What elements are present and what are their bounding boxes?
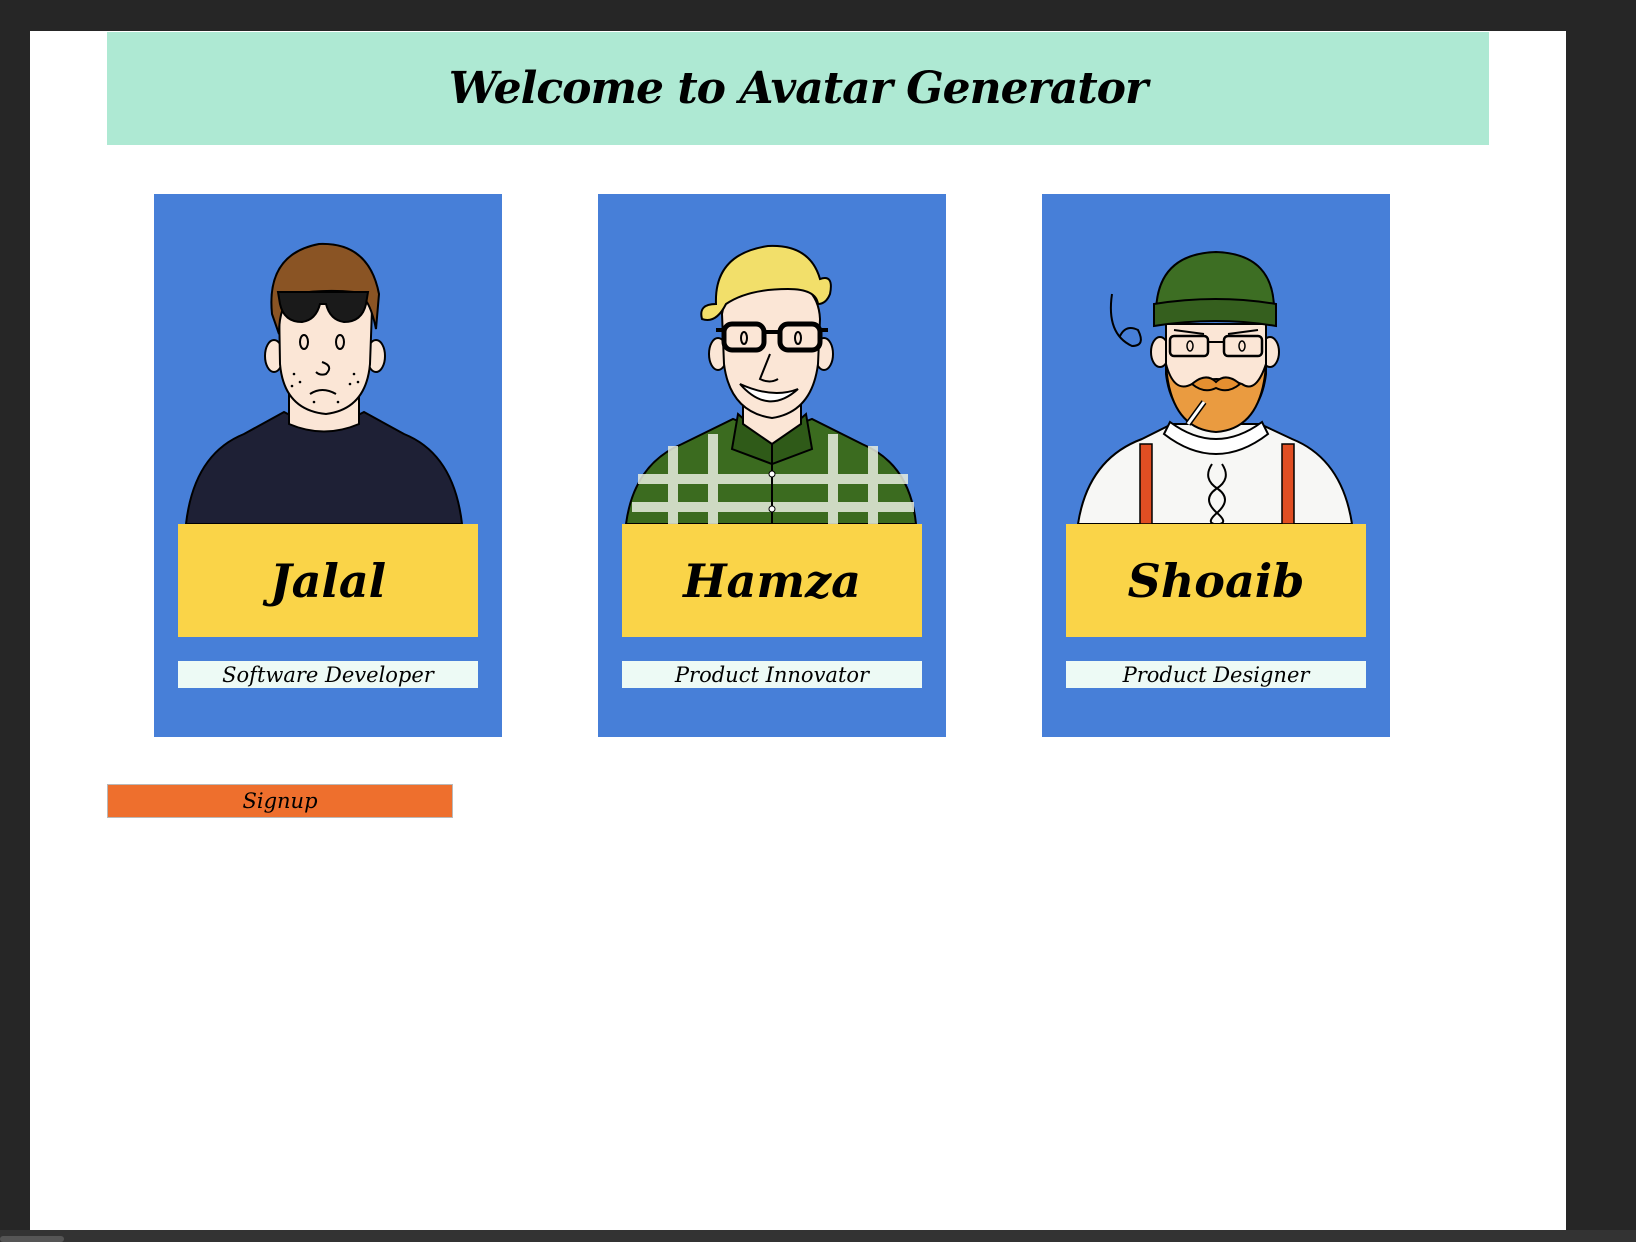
avatar-card-shoaib[interactable]: Shoaib Product Designer	[1042, 194, 1390, 737]
avatar-bearded-beanie-man-icon	[1076, 250, 1354, 524]
avatar-name: Shoaib	[1127, 553, 1305, 608]
avatar-role: Product Designer	[1122, 662, 1310, 687]
scrollbar-thumb[interactable]	[0, 1236, 64, 1242]
avatar-role: Product Innovator	[674, 662, 870, 687]
page-title: Welcome to Avatar Generator	[448, 63, 1148, 114]
signup-label: Signup	[242, 789, 318, 813]
avatar-name-box: Jalal	[178, 524, 478, 637]
avatar-name: Jalal	[269, 553, 387, 608]
avatar-role-box: Product Designer	[1066, 661, 1366, 688]
avatar-sunglasses-man-icon	[184, 242, 464, 524]
avatar-role: Software Developer	[222, 662, 434, 687]
avatar-name-box: Hamza	[622, 524, 922, 637]
avatar-name-box: Shoaib	[1066, 524, 1366, 637]
avatar-role-box: Software Developer	[178, 661, 478, 688]
header-banner: Welcome to Avatar Generator	[107, 32, 1489, 145]
horizontal-scrollbar[interactable]	[0, 1230, 1636, 1242]
avatar-role-box: Product Innovator	[622, 661, 922, 688]
page: Welcome to Avatar Generator Jalal Softwa…	[30, 31, 1566, 1230]
avatar-blond-glasses-man-icon	[624, 244, 918, 524]
signup-button[interactable]: Signup	[107, 784, 453, 818]
avatar-card-hamza[interactable]: Hamza Product Innovator	[598, 194, 946, 737]
avatar-card-jalal[interactable]: Jalal Software Developer	[154, 194, 502, 737]
avatar-name: Hamza	[683, 553, 861, 608]
